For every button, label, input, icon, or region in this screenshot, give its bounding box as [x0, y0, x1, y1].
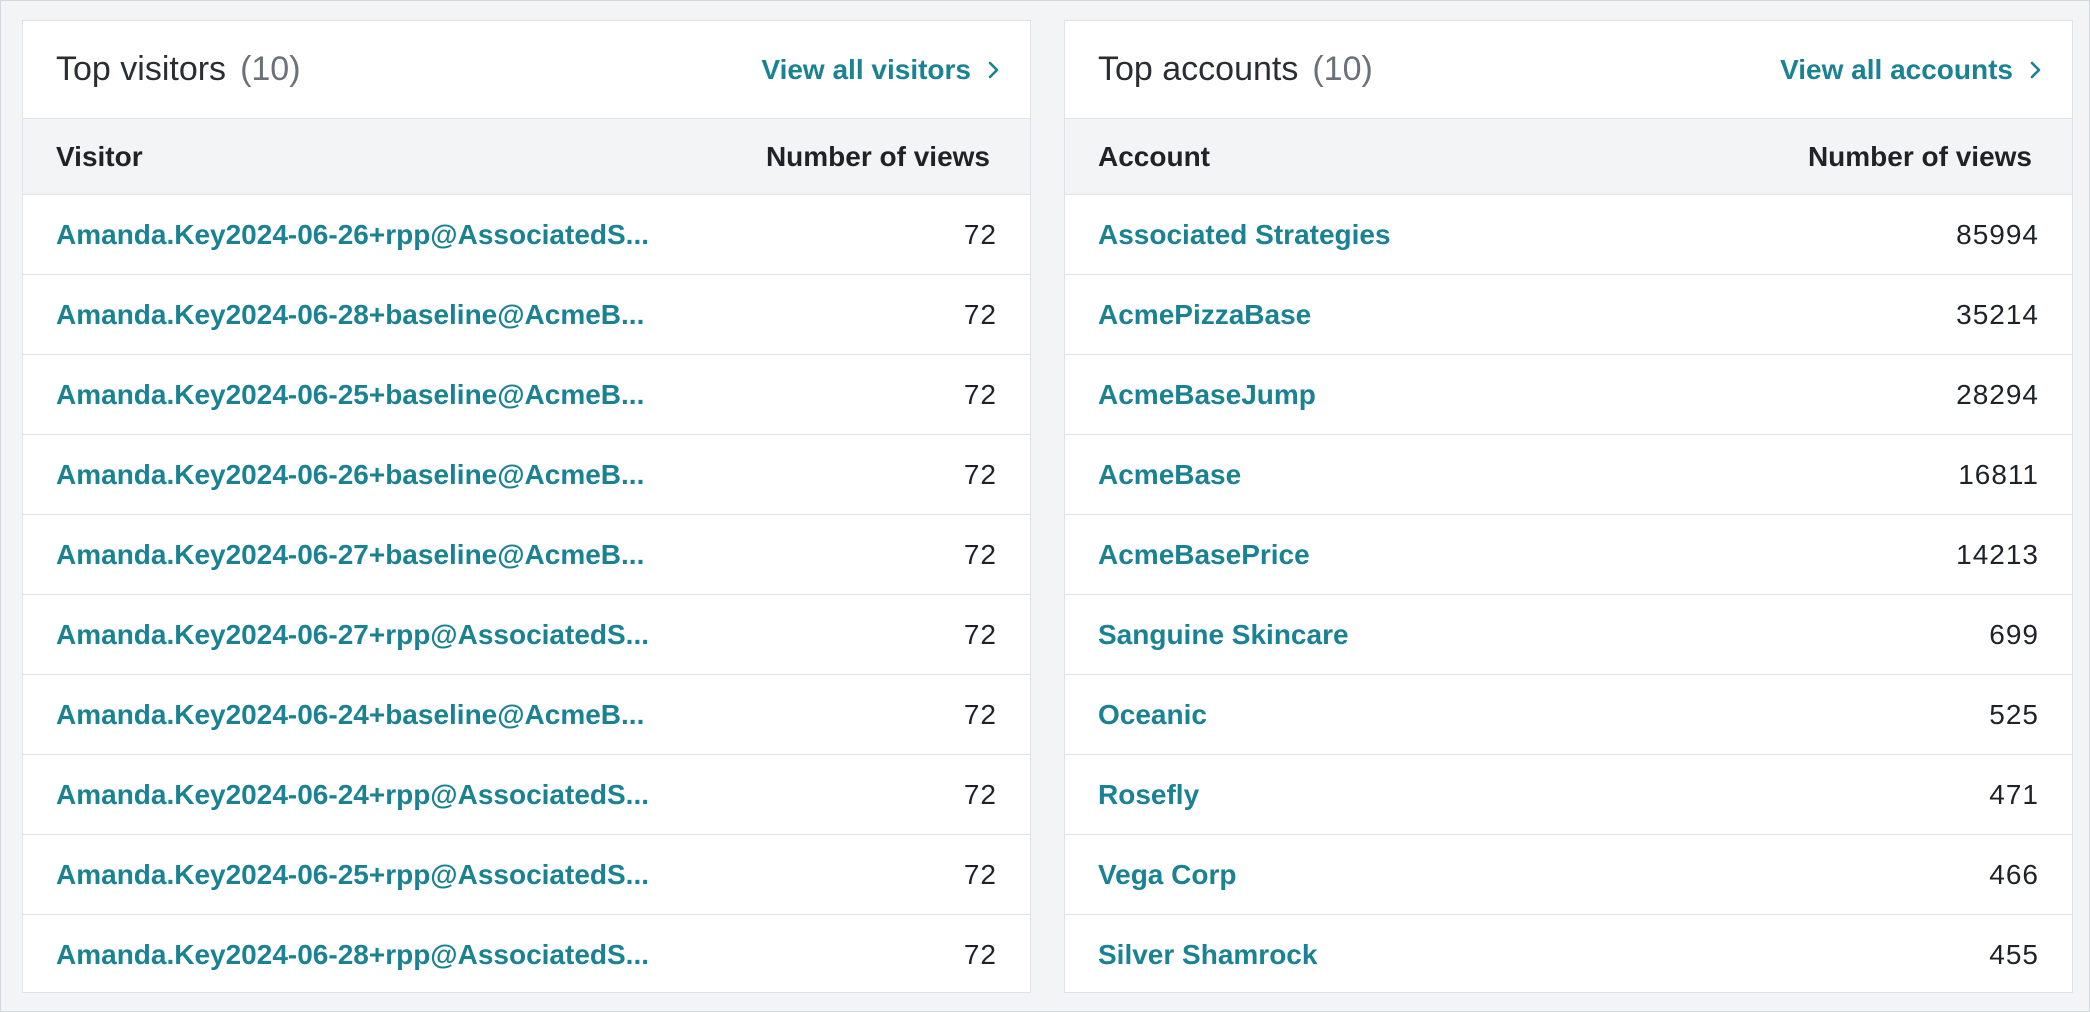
top-accounts-title-text: Top accounts	[1098, 50, 1299, 88]
top-accounts-header: Top accounts (10) View all accounts	[1065, 21, 2072, 119]
views-count: 525	[1989, 698, 2039, 730]
table-row: Vega Corp 466	[1065, 835, 2072, 915]
table-row: Amanda.Key2024-06-26+rpp@AssociatedS... …	[23, 195, 1030, 275]
view-all-accounts-label: View all accounts	[1780, 53, 2013, 85]
views-count: 72	[963, 378, 997, 410]
top-visitors-count: (10)	[240, 50, 301, 88]
view-all-visitors-label: View all visitors	[761, 53, 971, 85]
visitor-link[interactable]: Amanda.Key2024-06-24+baseline@AcmeB...	[56, 699, 644, 731]
table-row: AcmeBase 16811	[1065, 435, 2072, 515]
views-count: 699	[1989, 618, 2039, 650]
visitor-link[interactable]: Amanda.Key2024-06-26+rpp@AssociatedS...	[56, 219, 649, 251]
table-row: Amanda.Key2024-06-25+rpp@AssociatedS... …	[23, 835, 1030, 915]
views-count: 28294	[1956, 378, 2039, 410]
account-link[interactable]: Silver Shamrock	[1098, 939, 1317, 971]
top-visitors-title: Top visitors (10)	[56, 50, 301, 89]
table-row: Amanda.Key2024-06-25+baseline@AcmeB... 7…	[23, 355, 1030, 435]
table-row: Silver Shamrock 455	[1065, 915, 2072, 995]
account-column-header: Account	[1098, 140, 1210, 172]
views-count: 85994	[1956, 218, 2039, 250]
top-accounts-count: (10)	[1312, 50, 1373, 88]
views-count: 455	[1989, 939, 2039, 970]
views-count: 72	[963, 778, 997, 810]
visitor-link[interactable]: Amanda.Key2024-06-27+rpp@AssociatedS...	[56, 619, 649, 651]
table-row: AcmePizzaBase 35214	[1065, 275, 2072, 355]
table-row: Amanda.Key2024-06-27+rpp@AssociatedS... …	[23, 595, 1030, 675]
table-row: Amanda.Key2024-06-24+rpp@AssociatedS... …	[23, 755, 1030, 835]
visitors-table-body: Amanda.Key2024-06-26+rpp@AssociatedS... …	[23, 195, 1030, 995]
top-visitors-card: Top visitors (10) View all visitors Visit…	[22, 20, 1031, 993]
views-count: 72	[963, 698, 997, 730]
account-link[interactable]: Sanguine Skincare	[1098, 619, 1349, 651]
top-accounts-title: Top accounts (10)	[1098, 50, 1373, 89]
account-link[interactable]: AcmeBasePrice	[1098, 539, 1310, 571]
accounts-views-column-header: Number of views	[1807, 140, 2032, 172]
views-count: 72	[963, 218, 997, 250]
views-count: 16811	[1958, 458, 2039, 490]
views-count: 466	[1989, 858, 2039, 890]
views-count: 35214	[1956, 298, 2039, 330]
accounts-table-header: Account Number of views	[1065, 119, 2072, 195]
views-count: 471	[1989, 778, 2039, 810]
view-all-accounts-link[interactable]: View all accounts	[1780, 54, 2047, 86]
visitor-link[interactable]: Amanda.Key2024-06-28+rpp@AssociatedS...	[56, 939, 649, 971]
accounts-table-body: Associated Strategies 85994 AcmePizzaBas…	[1065, 195, 2072, 995]
table-row: Sanguine Skincare 699	[1065, 595, 2072, 675]
view-all-visitors-link[interactable]: View all visitors	[761, 54, 1005, 86]
visitor-link[interactable]: Amanda.Key2024-06-28+baseline@AcmeB...	[56, 299, 644, 331]
top-accounts-card: Top accounts (10) View all accounts Accou…	[1064, 20, 2073, 993]
account-link[interactable]: AcmeBaseJump	[1098, 379, 1316, 411]
chevron-right-icon	[988, 61, 999, 78]
account-link[interactable]: AcmeBase	[1098, 459, 1241, 491]
table-row: AcmeBaseJump 28294	[1065, 355, 2072, 435]
views-count: 72	[963, 618, 997, 650]
visitors-views-column-header: Number of views	[765, 140, 990, 172]
visitor-link[interactable]: Amanda.Key2024-06-25+baseline@AcmeB...	[56, 379, 644, 411]
account-link[interactable]: Vega Corp	[1098, 859, 1236, 891]
account-link[interactable]: Oceanic	[1098, 699, 1207, 731]
views-count: 72	[963, 939, 997, 970]
views-count: 14213	[1956, 538, 2039, 570]
top-visitors-header: Top visitors (10) View all visitors	[23, 21, 1030, 119]
table-row: Amanda.Key2024-06-28+baseline@AcmeB... 7…	[23, 275, 1030, 355]
visitor-link[interactable]: Amanda.Key2024-06-26+baseline@AcmeB...	[56, 459, 644, 491]
visitor-link[interactable]: Amanda.Key2024-06-27+baseline@AcmeB...	[56, 539, 644, 571]
visitor-column-header: Visitor	[56, 140, 143, 172]
table-row: Amanda.Key2024-06-28+rpp@AssociatedS... …	[23, 915, 1030, 995]
account-link[interactable]: Rosefly	[1098, 779, 1199, 811]
table-row: Associated Strategies 85994	[1065, 195, 2072, 275]
visitor-link[interactable]: Amanda.Key2024-06-24+rpp@AssociatedS...	[56, 779, 649, 811]
views-count: 72	[963, 458, 997, 490]
table-row: Rosefly 471	[1065, 755, 2072, 835]
account-link[interactable]: Associated Strategies	[1098, 219, 1391, 251]
dashboard-panel: Top visitors (10) View all visitors Visit…	[0, 0, 2090, 1012]
visitor-link[interactable]: Amanda.Key2024-06-25+rpp@AssociatedS...	[56, 859, 649, 891]
table-row: Oceanic 525	[1065, 675, 2072, 755]
top-visitors-title-text: Top visitors	[56, 50, 227, 88]
chevron-right-icon	[2030, 61, 2041, 78]
views-count: 72	[963, 858, 997, 890]
table-row: Amanda.Key2024-06-24+baseline@AcmeB... 7…	[23, 675, 1030, 755]
views-count: 72	[963, 538, 997, 570]
account-link[interactable]: AcmePizzaBase	[1098, 299, 1311, 331]
table-row: Amanda.Key2024-06-26+baseline@AcmeB... 7…	[23, 435, 1030, 515]
visitors-table-header: Visitor Number of views	[23, 119, 1030, 195]
views-count: 72	[963, 298, 997, 330]
table-row: AcmeBasePrice 14213	[1065, 515, 2072, 595]
table-row: Amanda.Key2024-06-27+baseline@AcmeB... 7…	[23, 515, 1030, 595]
